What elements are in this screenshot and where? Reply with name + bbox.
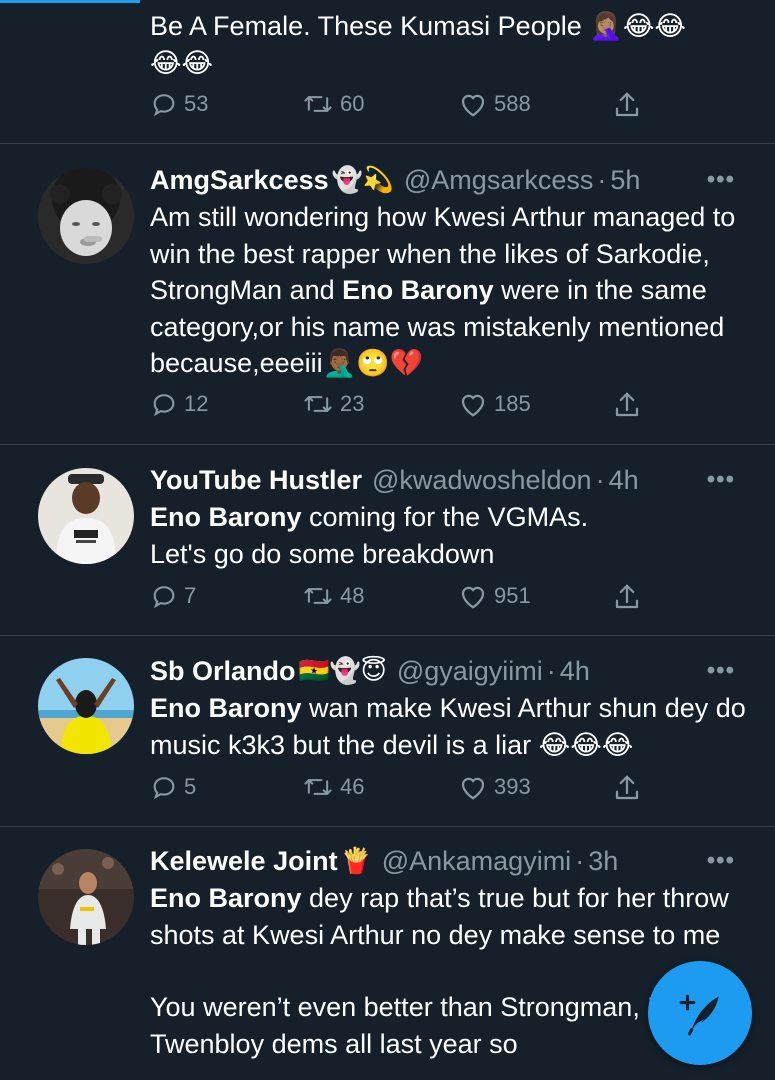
user-handle[interactable]: @gyaigyiimi: [397, 653, 543, 689]
more-options-button[interactable]: •••: [707, 653, 735, 689]
display-name[interactable]: YouTube Hustler: [150, 462, 362, 498]
retweet-icon: [304, 96, 332, 112]
share-icon: [615, 775, 639, 800]
tweet-item[interactable]: Be A Female. These Kumasi People 🤦🏽‍♀️😂😂…: [0, 0, 775, 144]
like-count: 951: [494, 583, 531, 608]
name-emoji: 🇬🇭👻😇: [298, 657, 387, 685]
separator-dot: ·: [595, 465, 605, 495]
share-icon: [615, 92, 639, 117]
mention[interactable]: Eno Barony: [150, 693, 302, 723]
tweet-time[interactable]: 4h: [560, 653, 590, 689]
like-icon: [461, 94, 485, 117]
avatar[interactable]: [38, 849, 134, 945]
display-name[interactable]: Sb Orlando: [150, 653, 296, 689]
separator-dot: ·: [597, 165, 607, 195]
tweet-header: YouTube Hustler @kwadwosheldon · 4h •••: [150, 462, 745, 498]
separator-dot: ·: [546, 656, 556, 686]
tweet-time[interactable]: 5h: [610, 162, 640, 198]
like-count: 185: [494, 391, 531, 416]
retweet-button[interactable]: 46: [302, 773, 364, 801]
like-icon: [461, 586, 485, 609]
user-handle[interactable]: @Ankamagyimi: [382, 843, 571, 879]
like-button[interactable]: 185: [458, 390, 531, 418]
tweet-text: Eno Barony wan make Kwesi Arthur shun de…: [150, 693, 746, 760]
tweet-actions: 12 23 185: [150, 390, 660, 430]
mention[interactable]: Eno Barony: [150, 883, 302, 913]
tweet-time[interactable]: 3h: [588, 843, 618, 879]
avatar[interactable]: [38, 468, 134, 564]
more-options-button[interactable]: •••: [707, 843, 735, 879]
retweet-button[interactable]: 48: [302, 582, 364, 610]
like-button[interactable]: 588: [458, 90, 531, 118]
reply-icon: [153, 777, 175, 800]
like-count: 588: [494, 91, 531, 116]
avatar[interactable]: [38, 658, 134, 754]
retweet-button[interactable]: 60: [302, 90, 364, 118]
share-button[interactable]: [612, 773, 648, 803]
separator-dot: ·: [575, 846, 585, 876]
like-icon: [461, 394, 485, 417]
like-button[interactable]: 951: [458, 582, 531, 610]
tweet-header: AmgSarkcess 👻💫 @Amgsarkcess · 5h •••: [150, 162, 745, 198]
display-name[interactable]: AmgSarkcess: [150, 162, 329, 198]
share-button[interactable]: [612, 582, 648, 612]
reply-button[interactable]: 7: [150, 582, 196, 610]
more-options-button[interactable]: •••: [707, 162, 735, 198]
reply-button[interactable]: 5: [150, 773, 196, 801]
retweet-count: 48: [340, 583, 365, 608]
reply-icon: [153, 586, 175, 609]
tweet-item[interactable]: YouTube Hustler @kwadwosheldon · 4h ••• …: [0, 445, 775, 636]
share-icon: [615, 392, 639, 417]
share-button[interactable]: [612, 390, 648, 420]
retweet-button[interactable]: 23: [302, 390, 364, 418]
reply-count: 7: [184, 583, 197, 608]
reply-button[interactable]: 12: [150, 390, 208, 418]
user-handle[interactable]: @kwadwosheldon: [372, 462, 592, 498]
reply-count: 5: [184, 774, 197, 799]
retweet-count: 60: [340, 91, 365, 116]
tweet-actions: 5 46 393: [150, 773, 660, 813]
compose-tweet-button[interactable]: [648, 961, 752, 1065]
share-button[interactable]: [612, 90, 648, 120]
display-name[interactable]: Kelewele Joint: [150, 843, 338, 879]
like-count: 393: [494, 774, 531, 799]
tweet-text: Be A Female. These Kumasi People 🤦🏽‍♀️😂😂…: [150, 11, 686, 78]
mention[interactable]: Eno Barony: [342, 275, 494, 305]
reply-button[interactable]: 53: [150, 90, 208, 118]
retweet-icon: [304, 588, 332, 604]
more-options-button[interactable]: •••: [707, 462, 735, 498]
like-icon: [461, 777, 485, 800]
user-handle[interactable]: @Amgsarkcess: [404, 162, 593, 198]
reply-icon: [153, 94, 175, 117]
tweet-header: Kelewele Joint 🍟 @Ankamagyimi · 3h •••: [150, 843, 745, 879]
name-emoji: 👻💫: [331, 166, 394, 194]
tweet-actions: 53 60 588: [150, 90, 660, 130]
tweet-item[interactable]: AmgSarkcess 👻💫 @Amgsarkcess · 5h ••• Am …: [0, 144, 775, 445]
retweet-icon: [304, 779, 332, 795]
tweet-time[interactable]: 4h: [609, 462, 639, 498]
reply-count: 12: [184, 391, 209, 416]
retweet-count: 23: [340, 391, 365, 416]
retweet-icon: [304, 396, 332, 412]
avatar[interactable]: [38, 168, 134, 264]
name-emoji: 🍟: [340, 847, 372, 875]
reply-icon: [153, 394, 175, 417]
like-button[interactable]: 393: [458, 773, 531, 801]
reply-count: 53: [184, 91, 209, 116]
tweet-text: Eno Barony coming for the VGMAs. Let's g…: [150, 502, 589, 569]
retweet-count: 46: [340, 774, 365, 799]
tweet-actions: 7 48 951: [150, 582, 660, 622]
share-icon: [615, 584, 639, 609]
tweet-text: Am still wondering how Kwesi Arthur mana…: [150, 202, 736, 378]
compose-tweet-icon: [679, 994, 719, 1036]
tweet-header: Sb Orlando 🇬🇭👻😇 @gyaigyiimi · 4h •••: [150, 653, 745, 689]
tweet-item[interactable]: Sb Orlando 🇬🇭👻😇 @gyaigyiimi · 4h ••• Eno…: [0, 636, 775, 827]
mention[interactable]: Eno Barony: [150, 502, 302, 532]
